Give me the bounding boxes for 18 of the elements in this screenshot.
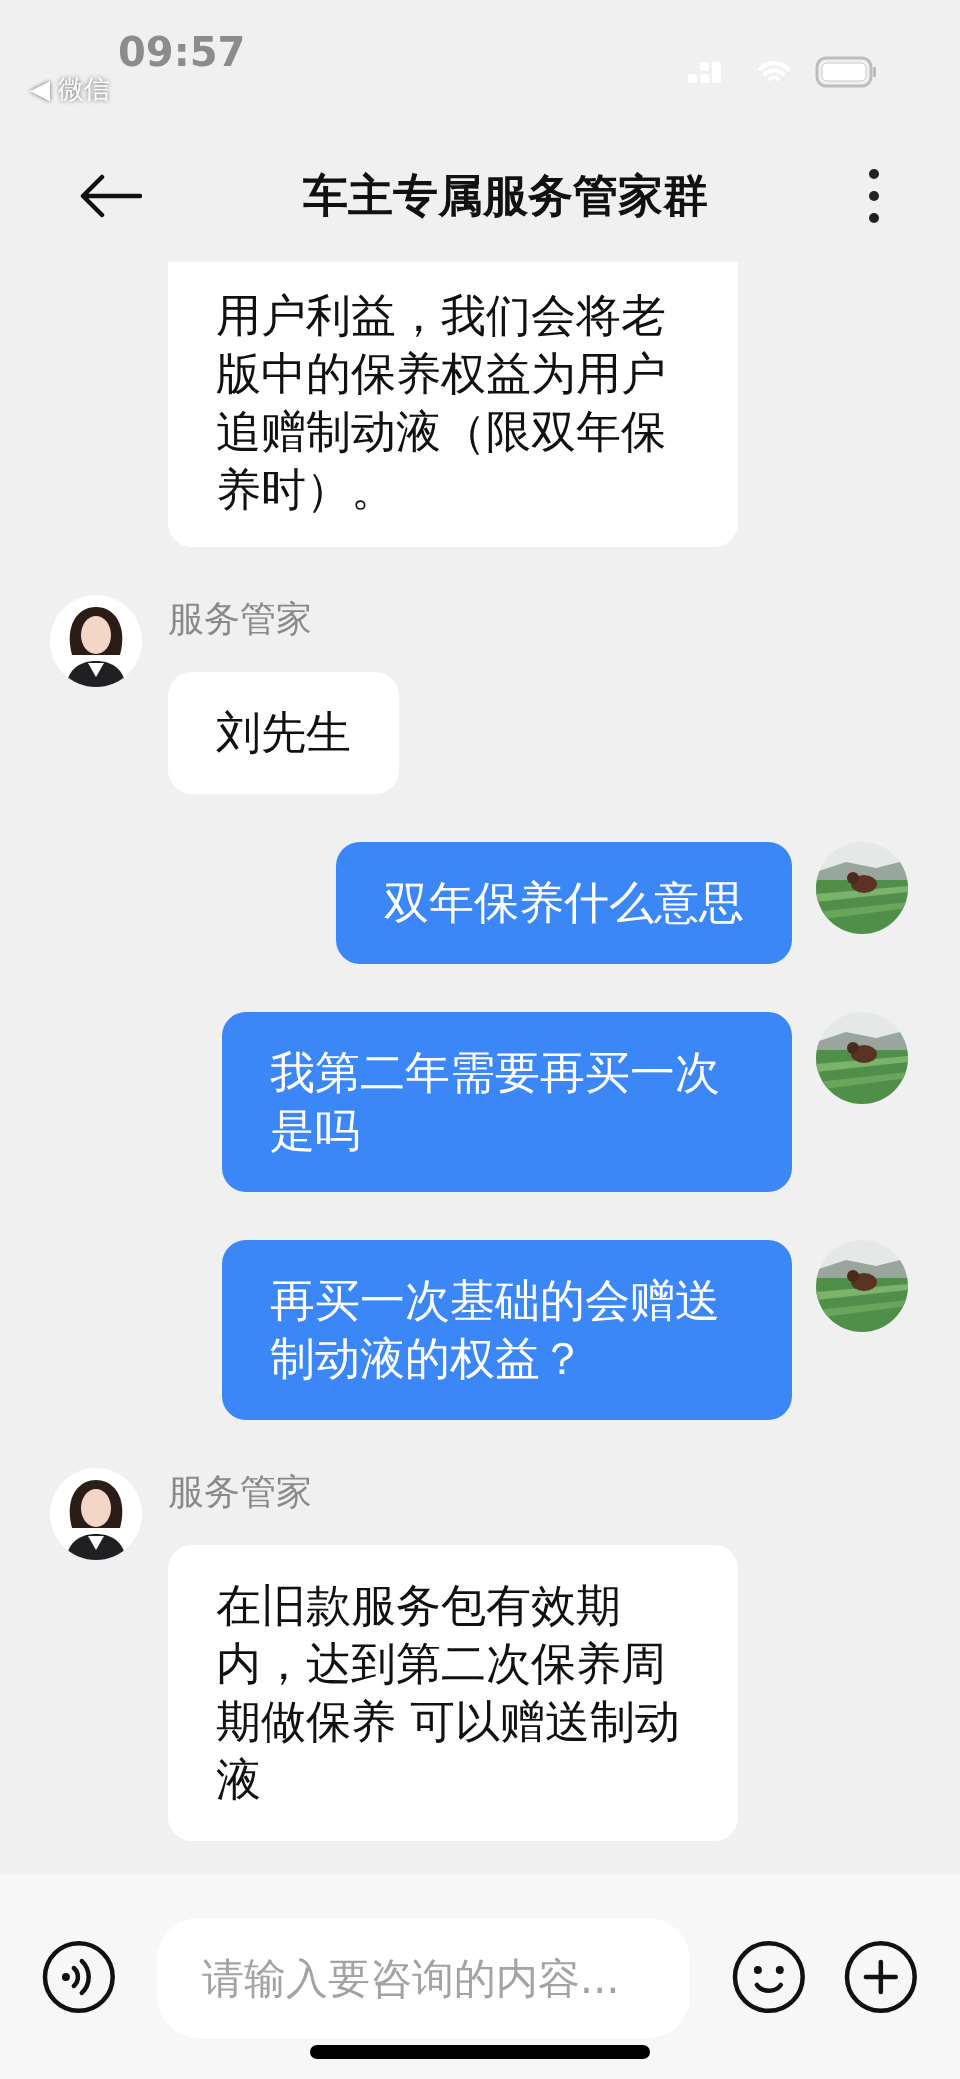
battery-icon bbox=[815, 56, 877, 88]
status-time: 09:57 bbox=[118, 28, 246, 76]
back-to-app-link[interactable]: ◀ 微信 bbox=[30, 72, 111, 106]
back-arrow-icon[interactable] bbox=[80, 174, 142, 218]
more-options-icon[interactable] bbox=[868, 168, 880, 224]
voice-icon[interactable] bbox=[42, 1940, 116, 2014]
message-bubble: 在旧款服务包有效期内，达到第二次保养周期做保养 可以赠送制动液 bbox=[168, 1545, 738, 1841]
chat-title: 车主专属服务管家群 bbox=[302, 168, 708, 224]
emoji-icon[interactable] bbox=[731, 1940, 806, 2014]
sender-name: 服务管家 bbox=[168, 597, 312, 641]
message-bubble: 双年保养什么意思 bbox=[336, 842, 792, 964]
sender-name: 服务管家 bbox=[168, 1470, 312, 1514]
message-bubble: 用户利益，我们会将老版中的保养权益为用户追赠制动液（限双年保养时）。 bbox=[168, 262, 738, 547]
message-input-field[interactable]: 请输入要咨询的内容... bbox=[156, 1918, 690, 2038]
message-bubble: 刘先生 bbox=[168, 672, 399, 794]
message-bubble: 再买一次基础的会赠送制动液的权益？ bbox=[222, 1240, 792, 1420]
message-bubble: 我第二年需要再买一次是吗 bbox=[222, 1012, 792, 1192]
add-icon[interactable] bbox=[844, 1940, 918, 2014]
